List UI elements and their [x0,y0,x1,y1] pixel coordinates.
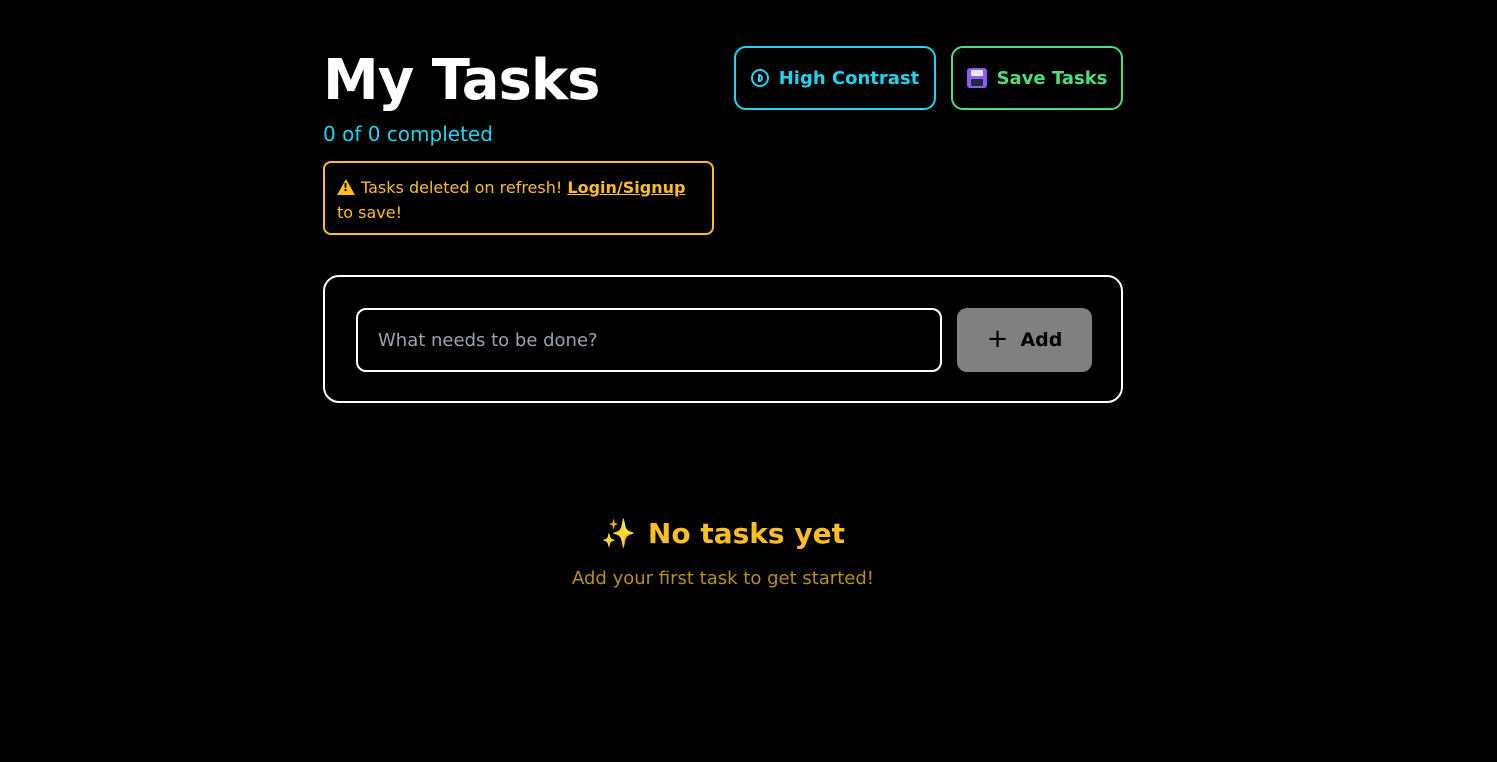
warning-text: Tasks deleted on refresh! [361,178,563,197]
login-signup-link[interactable]: Login/Signup [567,178,685,197]
app-container: My Tasks 0 of 0 completed High Contrast … [323,0,1123,762]
high-contrast-button[interactable]: High Contrast [734,46,936,110]
warning-icon [337,179,355,195]
page-title: My Tasks [323,48,600,113]
empty-state: ✨ No tasks yet Add your first task to ge… [323,512,1123,592]
unsaved-warning-banner: Tasks deleted on refresh! Login/Signup t… [323,161,714,235]
add-button-label: Add [1020,329,1063,351]
save-tasks-label: Save Tasks [996,67,1108,89]
save-tasks-button[interactable]: Save Tasks [951,46,1123,110]
floppy-disk-icon [966,68,987,88]
empty-state-subtitle: Add your first task to get started! [572,568,874,589]
plus-icon: + [986,323,1009,354]
sparkles-icon: ✨ [601,517,636,550]
completion-status: 0 of 0 completed [323,122,493,146]
contrast-icon [750,69,769,87]
new-task-input[interactable] [356,308,942,372]
empty-state-title: ✨ No tasks yet [323,512,1123,556]
empty-state-heading: No tasks yet [647,517,845,550]
add-task-card: + Add [323,275,1123,403]
high-contrast-label: High Contrast [778,67,920,89]
add-task-button[interactable]: + Add [957,308,1092,372]
warning-text-suffix: to save! [337,203,403,222]
